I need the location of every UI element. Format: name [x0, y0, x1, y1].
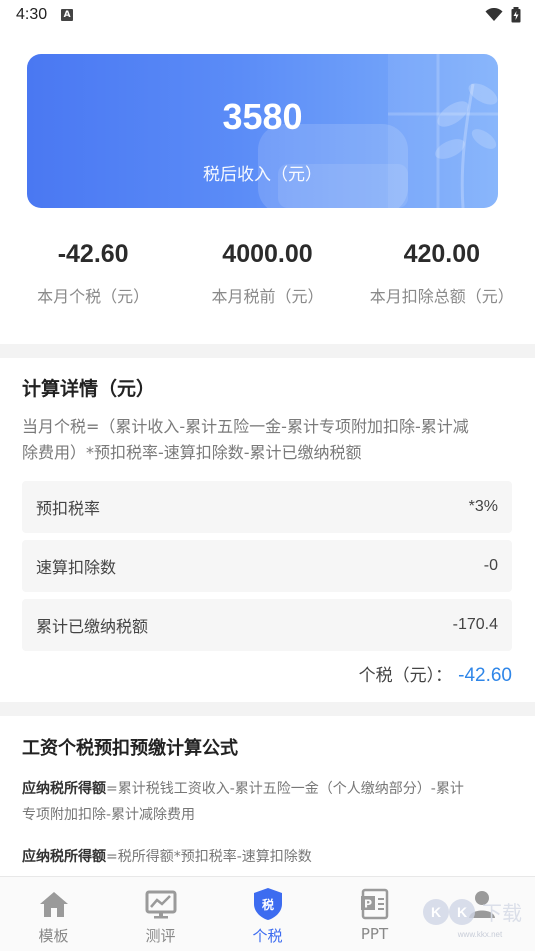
detail-row-value: -0	[483, 557, 498, 574]
detail-row-paid-tax: 累计已缴纳税额 -170.4	[22, 599, 512, 651]
detail-row-label: 速算扣除数	[36, 558, 117, 577]
wifi-icon	[485, 8, 503, 21]
a-notification-icon: A	[61, 9, 74, 21]
detail-row-label: 累计已缴纳税额	[36, 617, 149, 636]
formula-item: 应纳税所得额=税所得额*预扣税率-速算扣除数	[22, 844, 517, 870]
formula-term: 应纳税所得额	[22, 781, 106, 797]
svg-text:www.kkx.net: www.kkx.net	[457, 930, 503, 939]
stat-value: 420.00	[403, 240, 481, 268]
tab-evaluation[interactable]: 测评	[107, 877, 214, 951]
tab-label: 模板	[38, 927, 69, 945]
status-time: 4:30	[16, 6, 48, 23]
tax-total-label: 个税（元）：	[358, 666, 453, 686]
tax-badge-text: 税	[261, 897, 273, 912]
svg-text:下载: 下载	[482, 901, 522, 925]
stat-monthly-deductions: 420.00 本月扣除总额（元）	[357, 240, 527, 307]
svg-text:K: K	[457, 904, 467, 920]
detail-formula-line2: 除费用）*预扣税率-速算扣除数-累计已缴纳税额	[22, 443, 362, 462]
formula-item-continued: 专项附加扣除-累计减除费用	[22, 802, 517, 828]
tab-label: PPT	[360, 925, 389, 943]
stat-label: 本月税前（元）	[211, 287, 324, 306]
stat-label: 本月扣除总额（元）	[369, 287, 514, 306]
svg-text:K: K	[431, 904, 441, 920]
tax-total-value: -42.60	[458, 665, 512, 686]
status-bar: 4:30 A	[0, 0, 535, 30]
home-icon	[37, 887, 71, 921]
after-tax-income-label: 税后收入（元）	[203, 165, 322, 185]
tab-ppt[interactable]: P PPT	[321, 877, 428, 951]
detail-formula-line1: 当月个税=（累计收入-累计五险一金-累计专项附加扣除-累计减	[22, 417, 469, 436]
ppt-badge-text: P	[363, 898, 371, 911]
after-tax-income-value: 3580	[222, 96, 303, 137]
detail-row-label: 预扣税率	[36, 499, 101, 518]
formula-term: 应纳税所得额	[22, 849, 106, 865]
chart-icon	[144, 887, 178, 921]
monthly-stats: -42.60 本月个税（元） 4000.00 本月税前（元） 420.00 本月…	[0, 240, 535, 307]
tab-label: 测评	[145, 927, 176, 945]
stat-monthly-pretax: 4000.00 本月税前（元）	[182, 240, 352, 307]
tab-tax[interactable]: 税 个税	[214, 877, 321, 951]
stat-value: 4000.00	[222, 240, 313, 268]
after-tax-income-card: 3580 税后收入（元）	[27, 54, 498, 208]
tab-templates[interactable]: 模板	[0, 877, 107, 951]
section-divider	[0, 344, 535, 358]
tax-total: 个税（元）： -42.60	[359, 661, 512, 687]
detail-row-quick-deduction: 速算扣除数 -0	[22, 540, 512, 592]
watermark-logo: K K 下载 www.kkx.net	[423, 899, 522, 939]
formula-item: 应纳税所得额=累计税钱工资收入-累计五险一金（个人缴纳部分）-累计	[22, 776, 517, 802]
detail-row-value: *3%	[468, 498, 498, 515]
detail-row-value: -170.4	[452, 616, 498, 633]
stat-label: 本月个税（元）	[37, 287, 150, 306]
section-divider	[0, 702, 535, 716]
tax-shield-icon: 税	[251, 887, 285, 921]
stat-value: -42.60	[57, 240, 129, 268]
tab-label: 个税	[252, 927, 283, 945]
detail-row-withholding-rate: 预扣税率 *3%	[22, 481, 512, 533]
formula-line2: 专项附加扣除-累计减除费用	[22, 807, 196, 823]
formula-line1: =累计税钱工资收入-累计五险一金（个人缴纳部分）-累计	[106, 781, 464, 797]
formula-line1: =税所得额*预扣税率-速算扣除数	[106, 849, 312, 865]
detail-section-title: 计算详情（元）	[22, 378, 156, 400]
ppt-icon: P	[358, 887, 392, 921]
battery-icon	[511, 7, 521, 23]
stat-monthly-tax: -42.60 本月个税（元）	[8, 240, 178, 307]
formula-section-title: 工资个税预扣预缴计算公式	[22, 738, 238, 759]
